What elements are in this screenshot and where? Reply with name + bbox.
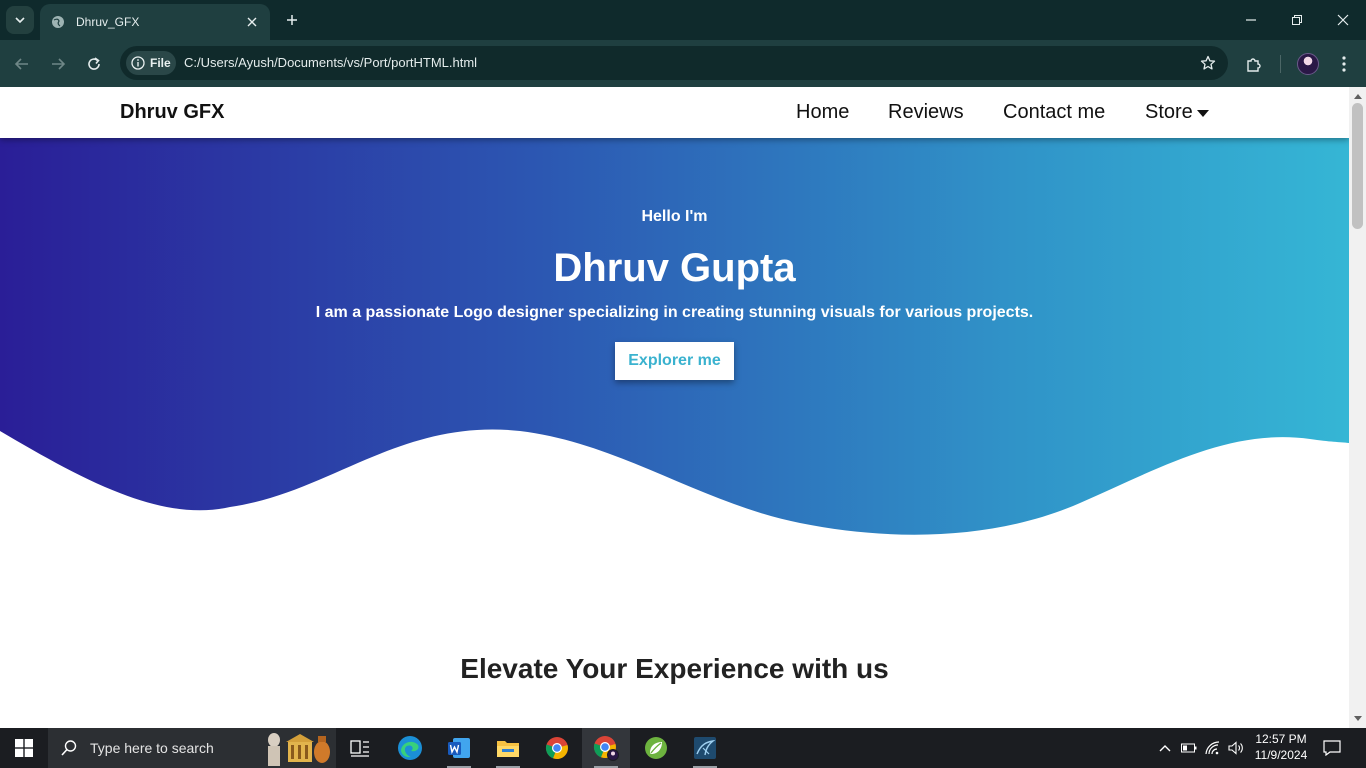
site-brand[interactable]: Dhruv GFX [120,101,224,124]
mysql-workbench-icon [694,737,716,759]
search-placeholder: Type here to search [90,740,214,756]
taskbar-clock[interactable]: 12:57 PM 11/9/2024 [1250,731,1312,763]
chrome-profile-icon [593,736,619,761]
browser-menu-button[interactable] [1330,50,1358,78]
site-navbar: Dhruv GFX Home Reviews Contact me Store [0,87,1349,138]
chevron-up-icon [1159,745,1171,752]
volume-button[interactable] [1226,738,1246,758]
more-vertical-icon [1342,56,1346,72]
tab-search-button[interactable] [6,6,34,34]
hero-greeting: Hello I'm [641,208,708,225]
toolbar-separator [1280,55,1281,73]
minimize-icon [1246,19,1256,21]
battery-button[interactable] [1179,738,1199,758]
browser-tab-active[interactable]: Dhruv_GFX [40,4,270,40]
restore-icon [1292,15,1302,25]
notification-icon [1323,740,1341,756]
word-icon [448,738,470,758]
nav-contact[interactable]: Contact me [1003,101,1105,124]
info-icon [131,56,145,70]
browser-tabstrip: Dhruv_GFX [0,0,1366,40]
nav-store-dropdown[interactable]: Store [1145,101,1209,124]
battery-icon [1181,743,1197,753]
puzzle-icon [1247,58,1261,72]
extensions-button[interactable] [1240,50,1268,78]
section-heading: Elevate Your Experience with us [460,653,889,684]
nav-store-label: Store [1145,101,1193,123]
network-button[interactable] [1203,738,1223,758]
scroll-down-arrow-icon[interactable] [1349,712,1366,726]
spring-leaf-icon [645,737,667,759]
show-hidden-icons-button[interactable] [1155,738,1175,758]
taskbar-mysql-workbench[interactable] [681,728,729,768]
bookmark-star-icon[interactable] [1198,53,1218,73]
minimize-button[interactable] [1228,4,1274,36]
taskbar-word[interactable] [435,728,483,768]
windows-logo-icon [15,739,33,757]
folder-icon [497,741,519,757]
nav-home[interactable]: Home [796,101,849,124]
search-highlight-art-icon [268,733,330,766]
page-scrollbar[interactable] [1349,87,1366,728]
windows-taskbar: Type here to search 12:57 PM 11/9/2024 [0,728,1366,768]
avatar [1297,53,1319,75]
taskbar-search-box[interactable]: Type here to search [48,728,336,768]
reload-button[interactable] [80,50,108,78]
hero-section: Hello I'm Dhruv Gupta I am a passionate … [0,138,1349,588]
restore-button[interactable] [1274,4,1320,36]
plus-icon [287,15,297,25]
taskbar-edge[interactable] [386,728,434,768]
task-view-icon [350,740,369,757]
speaker-icon [1228,741,1243,755]
scroll-thumb[interactable] [1352,103,1363,229]
url-text[interactable]: C:/Users/Ayush/Documents/vs/Port/portHTM… [184,55,477,70]
edge-icon [398,736,422,760]
reload-icon [88,57,100,70]
browser-toolbar: File C:/Users/Ayush/Documents/vs/Port/po… [0,40,1366,87]
explore-button[interactable]: Explorer me [615,342,734,380]
nav-reviews[interactable]: Reviews [888,101,964,124]
forward-button[interactable] [44,50,72,78]
hero-description: I am a passionate Logo designer speciali… [315,304,1034,321]
tab-title: Dhruv_GFX [76,15,140,29]
taskbar-chrome-profile[interactable] [582,728,630,768]
profile-button[interactable] [1294,50,1322,78]
chrome-icon [545,737,568,760]
close-icon [1337,14,1349,26]
chevron-down-icon [15,17,25,24]
arrow-right-icon [52,58,66,70]
search-icon [61,740,77,756]
wifi-icon [1205,741,1220,755]
taskbar-spring-tool-suite[interactable] [632,728,680,768]
action-center-button[interactable] [1320,736,1344,760]
arrow-left-icon [14,58,28,70]
site-info-chip[interactable]: File [126,51,176,75]
clock-time: 12:57 PM [1255,732,1307,746]
close-window-button[interactable] [1320,4,1366,36]
new-tab-button[interactable] [280,8,304,32]
back-button[interactable] [8,50,36,78]
hero-name: Dhruv Gupta [553,246,796,290]
address-bar[interactable]: File C:/Users/Ayush/Documents/vs/Port/po… [120,46,1228,80]
task-view-button[interactable] [336,728,384,768]
taskbar-file-explorer[interactable] [484,728,532,768]
taskbar-chrome[interactable] [533,728,581,768]
site-chip-label: File [150,56,171,70]
close-tab-icon[interactable] [244,14,260,30]
globe-icon [50,14,66,30]
caret-down-icon [1196,110,1209,117]
page-viewport: Dhruv GFX Home Reviews Contact me Store … [0,87,1349,728]
clock-date: 11/9/2024 [1254,748,1308,762]
scroll-up-arrow-icon[interactable] [1349,89,1366,103]
start-button[interactable] [0,728,48,768]
